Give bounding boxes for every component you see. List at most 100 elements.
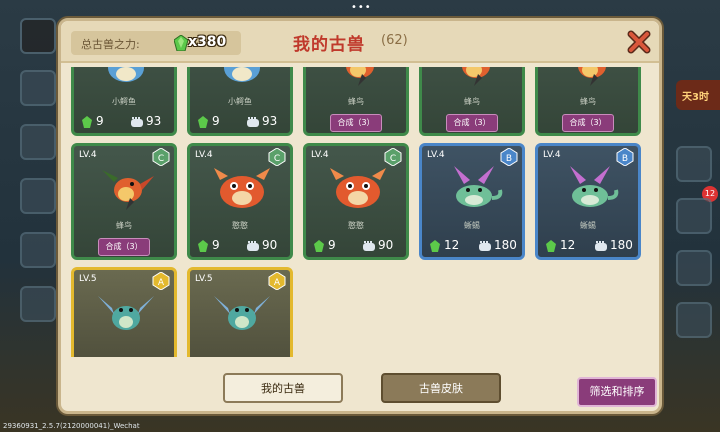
bird-icon — [346, 67, 374, 86]
beast-card[interactable]: LV.5 A — [187, 267, 293, 357]
power-value: 180 — [494, 238, 517, 252]
gem-value: 12 — [560, 238, 576, 252]
beast-card[interactable]: 蜂鸟合成（3） — [535, 67, 641, 136]
beast-name: 憨憨 — [232, 221, 248, 230]
side-chat-button[interactable] — [20, 232, 56, 268]
fist-power-icon — [247, 241, 259, 251]
beast-stats: 9 90 — [190, 238, 290, 254]
right-side-button-1[interactable] — [676, 146, 712, 182]
side-button-2[interactable] — [20, 124, 56, 160]
green-gem-icon — [198, 116, 208, 128]
beast-name: 蜂鸟 — [348, 97, 364, 106]
power-value: 180 — [610, 238, 633, 252]
power-value: 90 — [378, 238, 394, 252]
fist-power-icon — [479, 241, 491, 251]
beast-stats: 9 90 — [306, 238, 406, 254]
combine-button[interactable]: 合成（3） — [562, 114, 614, 132]
green-gem-icon — [82, 116, 92, 128]
green-gem-icon — [174, 35, 188, 51]
combine-button[interactable]: 合成（3） — [330, 114, 382, 132]
lizard-icon — [454, 166, 503, 207]
beast-card[interactable]: 蜂鸟合成（3） — [303, 67, 409, 136]
panel-header: 总古兽之力: x380 我的古兽 (62) — [61, 21, 659, 63]
gem-value: 12 — [444, 238, 460, 252]
combine-button[interactable]: 合成（3） — [446, 114, 498, 132]
beast-card[interactable]: LV.5 A — [71, 267, 177, 357]
beast-name: 蜥蜴 — [580, 221, 596, 230]
beast-level: LV.4 — [79, 150, 97, 160]
close-icon[interactable] — [624, 27, 654, 57]
beast-count: (62) — [381, 33, 408, 48]
side-star-button[interactable] — [20, 70, 56, 106]
side-button-5[interactable] — [20, 286, 56, 322]
bird-icon — [462, 67, 490, 86]
beast-name: 蜂鸟 — [580, 97, 596, 106]
beast-level: LV.4 — [311, 150, 329, 160]
bird-icon — [102, 170, 154, 210]
rank-letter: A — [158, 278, 165, 288]
red-pig-icon — [214, 168, 270, 208]
menu-dots-icon[interactable]: ••• — [351, 2, 372, 13]
beast-name: 蜥蜴 — [464, 221, 480, 230]
power-value: 93 — [262, 114, 278, 128]
beast-name: 蜂鸟 — [116, 221, 132, 230]
green-gem-icon — [430, 240, 440, 252]
filter-sort-button[interactable]: 筛选和排序 — [577, 377, 657, 407]
combine-button[interactable]: 合成（3） — [98, 238, 150, 256]
power-value: 90 — [262, 238, 278, 252]
beast-card[interactable]: 蜂鸟合成（3） — [419, 67, 525, 136]
green-gem-icon — [314, 240, 324, 252]
beast-stats: 12 180 — [538, 238, 638, 254]
beast-card[interactable]: 小鳄鱼 9 93 — [71, 67, 177, 136]
total-power-label: 总古兽之力: — [81, 38, 140, 51]
rank-letter: B — [622, 154, 628, 164]
beast-card[interactable]: LV.4 C 憨憨 9 90 — [303, 143, 409, 260]
beast-level: LV.5 — [79, 274, 97, 284]
beast-stats: 9 93 — [74, 114, 174, 130]
page-title: 我的古兽 — [293, 35, 365, 55]
blue-dragon-icon — [108, 67, 144, 82]
power-value: 93 — [146, 114, 162, 128]
tab-beast-skins[interactable]: 古兽皮肤 — [381, 373, 501, 403]
beast-card[interactable]: LV.4 B 蜥蜴 12 180 — [535, 143, 641, 260]
beast-card[interactable]: 小鳄鱼 9 93 — [187, 67, 293, 136]
beast-name: 小鳄鱼 — [112, 97, 136, 106]
side-button-top[interactable] — [20, 18, 56, 54]
fist-power-icon — [131, 117, 143, 127]
beast-panel: 总古兽之力: x380 我的古兽 (62) 小鳄鱼 9 93 小鳄鱼 9 93 … — [58, 18, 662, 414]
green-gem-icon — [546, 240, 556, 252]
fist-power-icon — [247, 117, 259, 127]
red-pig-icon — [330, 168, 386, 208]
bird-icon — [578, 67, 606, 86]
beast-level: LV.4 — [195, 150, 213, 160]
beast-name: 小鳄鱼 — [228, 97, 252, 106]
beast-name: 蜂鸟 — [464, 97, 480, 106]
fist-power-icon — [363, 241, 375, 251]
right-side-button-4[interactable] — [676, 302, 712, 338]
right-gift-button[interactable] — [676, 198, 712, 234]
blue-dragon-icon — [224, 67, 260, 82]
rank-letter: C — [274, 154, 280, 164]
rank-letter: A — [274, 278, 281, 288]
beast-grid[interactable]: 小鳄鱼 9 93 小鳄鱼 9 93 蜂鸟 合成（3） 蜂鸟 合成（3） 蜂鸟 合成（3） L… — [69, 67, 649, 357]
beast-card[interactable]: LV.4 C 蜂鸟合成（3） — [71, 143, 177, 260]
fist-power-icon — [595, 241, 607, 251]
right-timer-badge[interactable]: 天3时 — [676, 80, 720, 110]
rank-letter: C — [158, 154, 164, 164]
beast-stats: 9 93 — [190, 114, 290, 130]
total-power-box: 总古兽之力: x380 — [71, 31, 241, 55]
teal-dragon-icon — [214, 296, 270, 330]
gem-value: 9 — [212, 238, 220, 252]
version-text: 29360931_2.5.7(2120000041)_Wechat — [3, 422, 140, 430]
rank-letter: B — [506, 154, 512, 164]
beast-level: LV.4 — [427, 150, 445, 160]
beast-card[interactable]: LV.4 C 憨憨 9 90 — [187, 143, 293, 260]
right-egg-button[interactable] — [676, 250, 712, 286]
side-button-3[interactable] — [20, 178, 56, 214]
green-gem-icon — [198, 240, 208, 252]
beast-card[interactable]: LV.4 B 蜥蜴 12 180 — [419, 143, 525, 260]
tab-my-beasts[interactable]: 我的古兽 — [223, 373, 343, 403]
beast-stats: 12 180 — [422, 238, 522, 254]
lizard-icon — [570, 166, 619, 207]
beast-level: LV.5 — [195, 274, 213, 284]
